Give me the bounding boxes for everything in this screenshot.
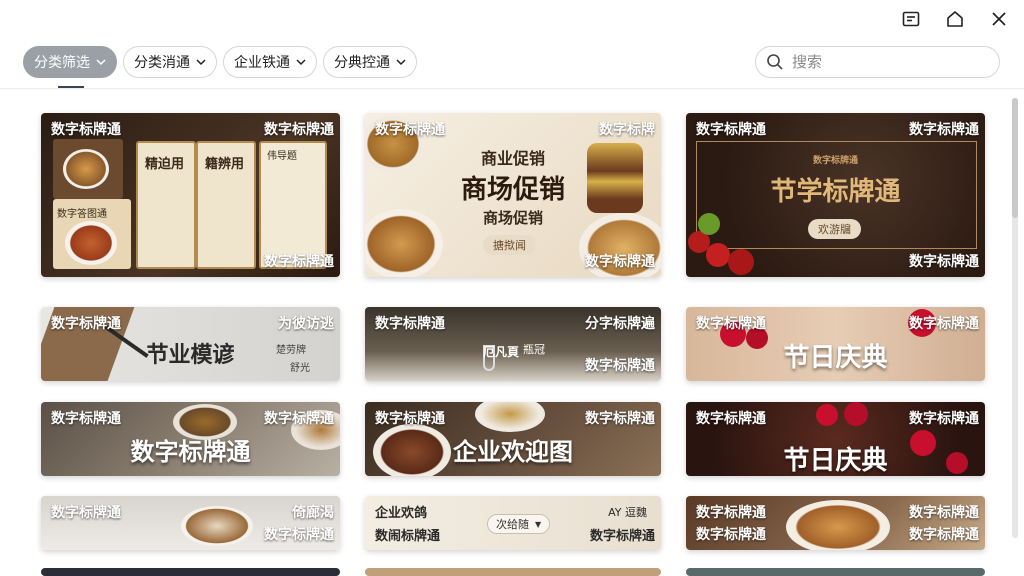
business-sub-1: 楚劳牌: [276, 345, 306, 356]
scrollbar-thumb[interactable]: [1012, 98, 1018, 218]
card-tag: 数字标牌通: [696, 122, 766, 138]
template-card-menu[interactable]: 数字答图通 精迫用 籍辨用 伟导题 数字标牌通 数字标牌通 数字标牌通: [41, 113, 340, 277]
card-tag: 数字标牌: [599, 122, 655, 138]
template-card-pastry[interactable]: 数字标牌通 数字标牌通 数字标牌通 数字标牌通: [686, 496, 985, 550]
festival-small-line: 数字标牌通: [812, 156, 858, 166]
promo-line-1: 商业促销: [480, 149, 545, 168]
template-grid: 数字答图通 精迫用 籍辨用 伟导题 数字标牌通 数字标牌通 数字标牌通 商业促销…: [0, 0, 1024, 576]
template-card-holiday[interactable]: 节日庆典 数字标牌通 数字标牌通: [686, 402, 985, 476]
corporate-tag-tl: 企业欢鸽: [375, 506, 428, 521]
card-tag: 数字标牌通: [375, 122, 445, 138]
card-tag: 数字标牌通: [909, 316, 979, 332]
template-card-cafe[interactable]: 数字标牌通 倚廊渴 数字标牌通: [41, 496, 340, 550]
card-tag: 分字标牌遍: [585, 316, 655, 332]
card-tag: 数字标牌通: [51, 505, 121, 521]
festival-title: 节学标牌通: [770, 177, 901, 207]
card-tag: 数字标牌通: [696, 411, 766, 427]
template-card-celebration[interactable]: 节日庆典 数字标牌通 数字标牌通: [686, 307, 985, 381]
template-card-partial[interactable]: [686, 568, 985, 576]
template-card-welcome[interactable]: 企业欢迎图 数字标牌通 数字标牌通: [365, 402, 661, 476]
celebration-title: 节日庆典: [783, 343, 888, 373]
card-tag: 数字标牌通: [375, 411, 445, 427]
card-tag: 数字标牌通: [909, 505, 979, 521]
template-card-corporate[interactable]: 企业欢鸽 数闹标牌通 次给随 ▼ AY 逗魏 数字标牌通: [365, 496, 661, 550]
holiday-title: 节日庆典: [783, 446, 888, 476]
menu-page-2-title: 籍辨用: [205, 157, 245, 172]
template-card-partial[interactable]: [365, 568, 661, 576]
menu-inset-label: 数字答图通: [57, 209, 107, 220]
festival-button: 欢游牖: [808, 219, 861, 239]
template-card-promo[interactable]: 商业促销 商场促销 商场促销 搪揿闻 数字标牌通 数字标牌 数字标牌通: [365, 113, 661, 277]
card-tag: 数字标牌通: [909, 527, 979, 543]
card-tag: 为彼访逃: [278, 316, 334, 332]
card-tag: 数字标牌通: [264, 411, 334, 427]
template-card-restaurant[interactable]: 厄凡頁 瓶冠 数字标牌通 分字标牌遍 数字标牌通: [365, 307, 661, 381]
card-tag: 数字标牌通: [585, 358, 655, 374]
corporate-tag-br: 数字标牌通: [589, 529, 655, 544]
template-card-partial[interactable]: [41, 568, 340, 576]
promo-line-2: 商场促销: [460, 175, 565, 205]
template-card-business[interactable]: 节业模谚 楚劳牌 舒光 数字标牌通 为彼访逃: [41, 307, 340, 381]
card-tag: 数字标牌通: [696, 527, 766, 543]
card-tag: 数字标牌通: [585, 411, 655, 427]
menu-page-3-title: 伟导题: [267, 151, 297, 162]
card-tag: 数字标牌通: [51, 122, 121, 138]
caret-down-icon: ▼: [535, 519, 542, 529]
signage-title: 数字标牌通: [130, 438, 251, 466]
welcome-title: 企业欢迎图: [453, 438, 573, 466]
card-tag: 数字标牌通: [909, 411, 979, 427]
corporate-tag-bl: 数闹标牌通: [375, 529, 441, 544]
dropdown-label: 次给随: [496, 518, 529, 531]
card-tag: 数字标牌通: [909, 254, 979, 270]
card-tag: 数字标牌通: [585, 254, 655, 270]
restaurant-label-2: 瓶冠: [523, 343, 545, 356]
promo-line-3: 商场促销: [482, 209, 543, 227]
restaurant-label: 厄凡頁: [483, 345, 520, 359]
card-tag: 数字标牌通: [264, 122, 334, 138]
card-tag: 数字标牌通: [264, 527, 334, 543]
corporate-tag-tr: AY 逗魏: [608, 506, 647, 519]
card-tag: 数字标牌通: [696, 316, 766, 332]
corporate-dropdown: 次给随 ▼: [487, 514, 551, 534]
menu-page-1-title: 精迫用: [145, 157, 185, 172]
card-tag: 数字标牌通: [909, 122, 979, 138]
card-tag: 数字标牌通: [696, 505, 766, 521]
scrollbar[interactable]: [1012, 98, 1018, 538]
template-card-signage[interactable]: 数字标牌通 数字标牌通 数字标牌通: [41, 402, 340, 476]
card-tag: 数字标牌通: [264, 254, 334, 270]
card-tag: 数字标牌通: [51, 316, 121, 332]
promo-button: 搪揿闻: [483, 235, 536, 255]
template-card-festival[interactable]: 数字标牌通 节学标牌通 欢游牖 数字标牌通 数字标牌通 数字标牌通: [686, 113, 985, 277]
business-sub-2: 舒光: [290, 363, 310, 374]
card-tag: 数字标牌通: [51, 411, 121, 427]
card-tag: 数字标牌通: [375, 316, 445, 332]
card-tag: 倚廊渴: [292, 505, 334, 521]
